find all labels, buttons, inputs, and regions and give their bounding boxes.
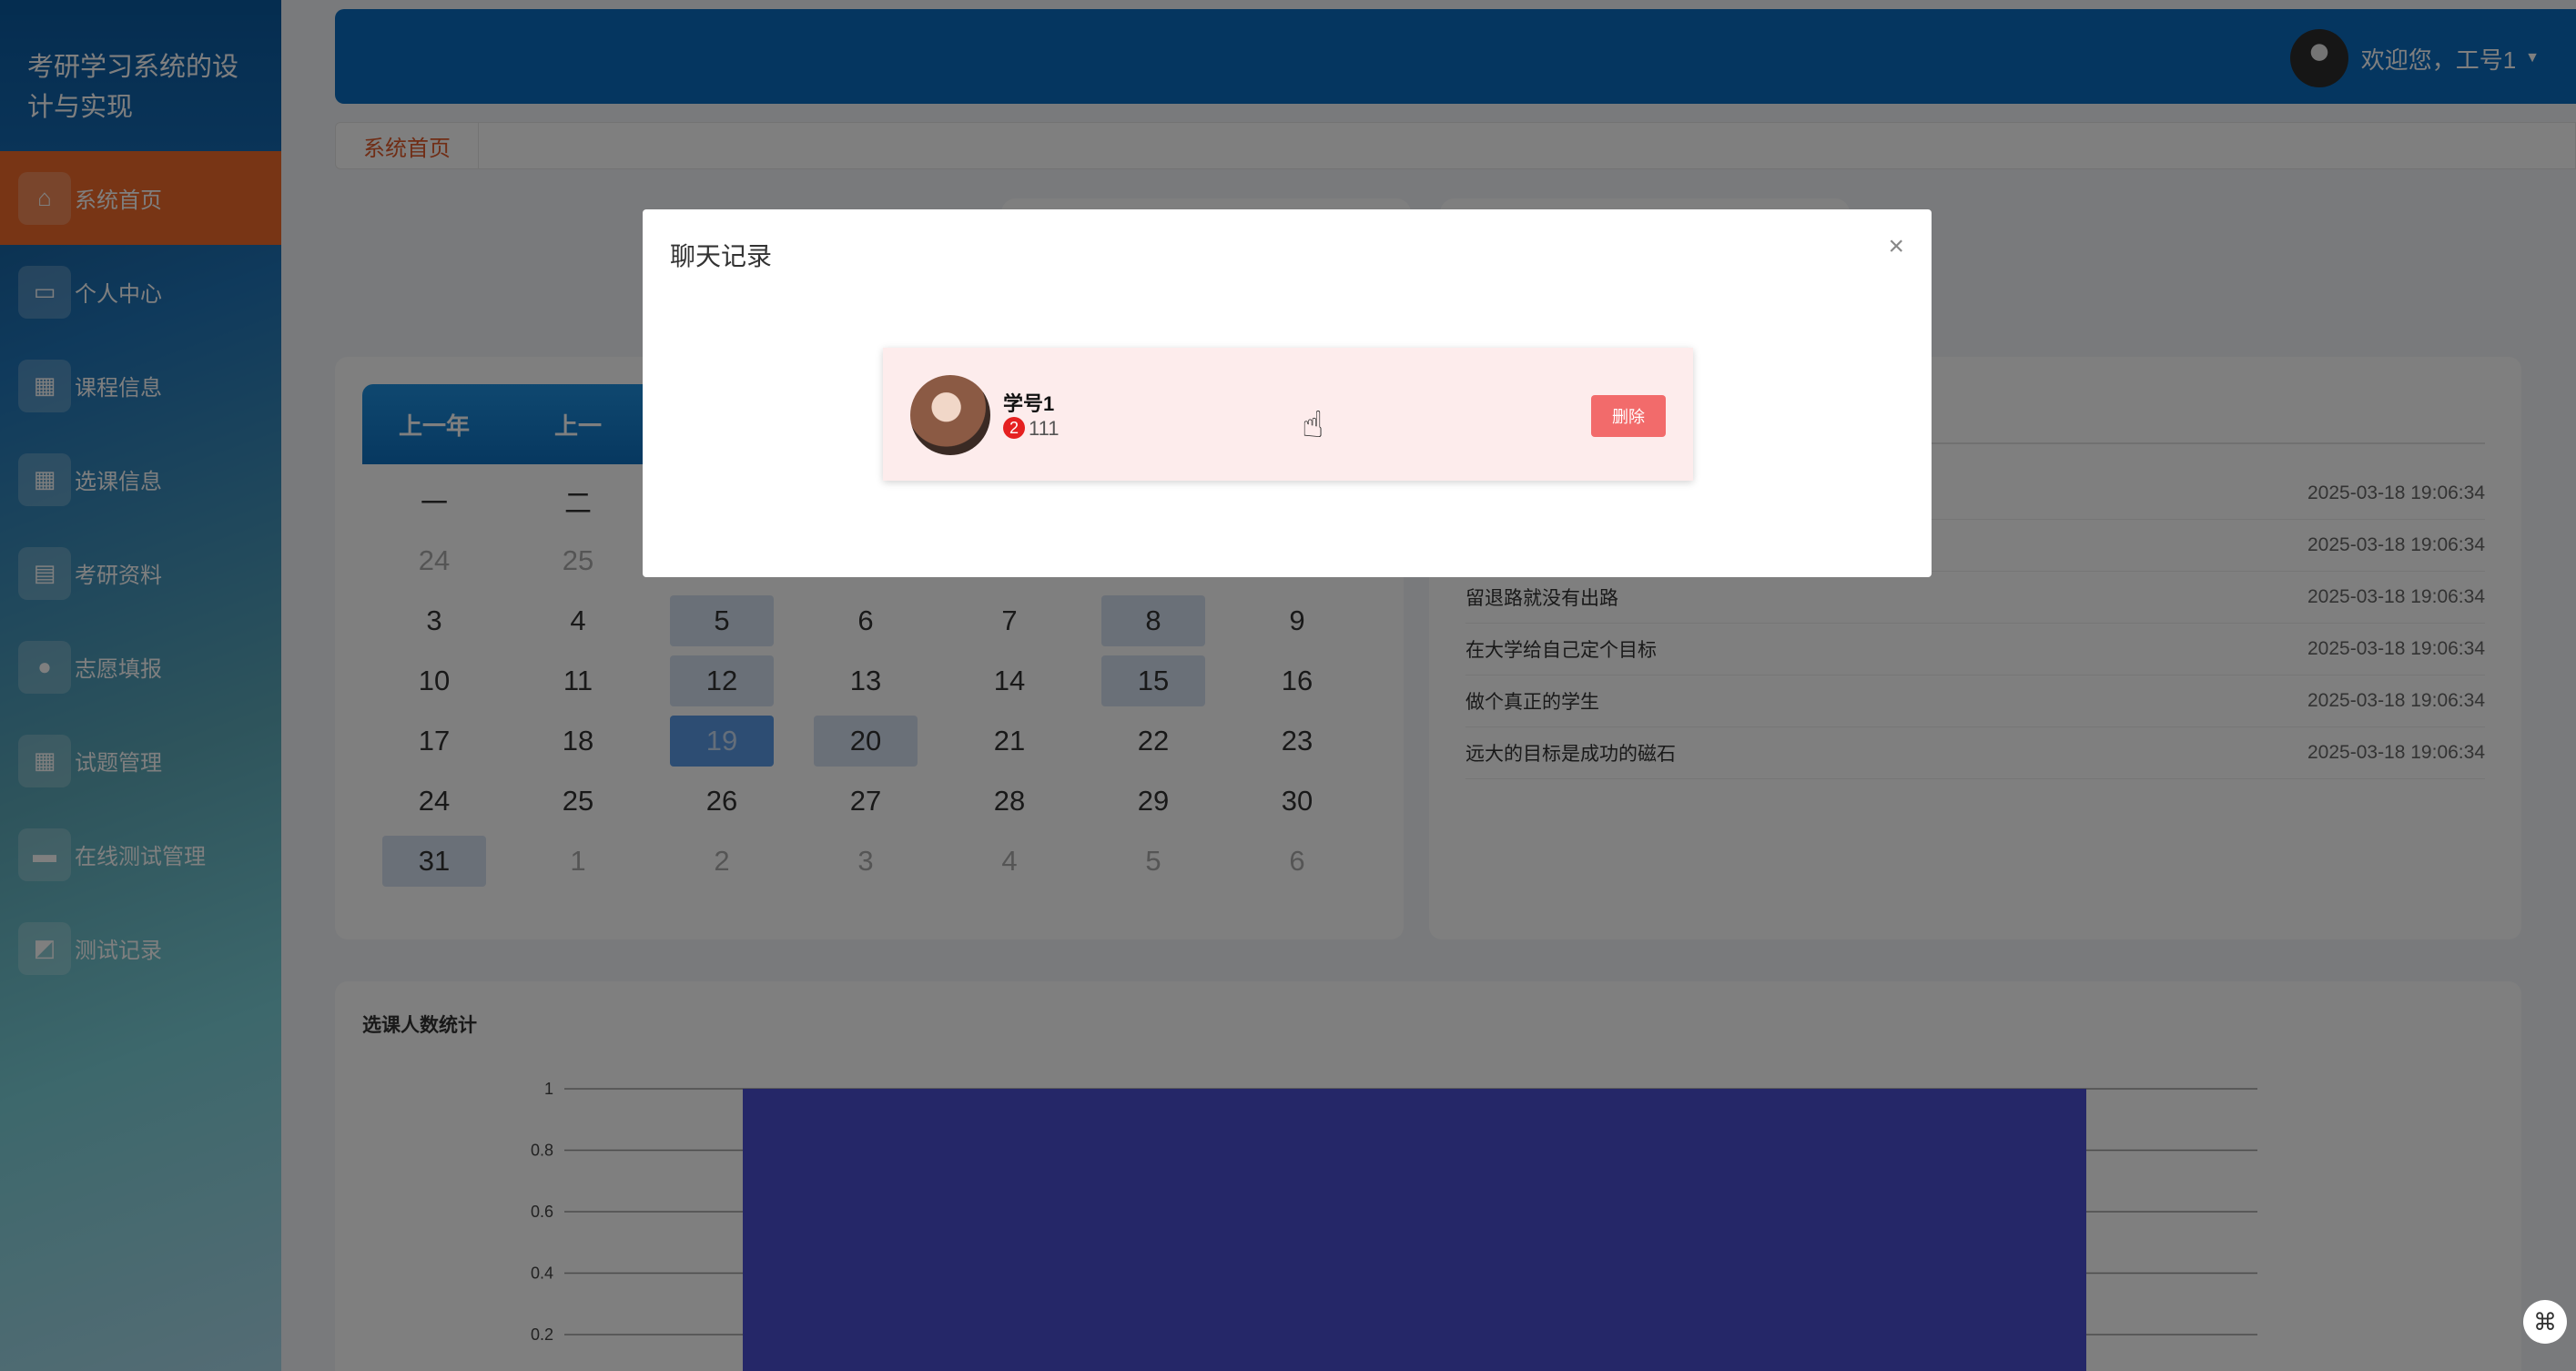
chat-user-name: 学号1 [1003,392,1055,415]
dialog-title: 聊天记录 [670,242,773,270]
avatar [910,375,990,455]
chat-item[interactable]: 学号1 2 111 删除 [883,348,1693,481]
command-icon[interactable]: ⌘ [2523,1300,2567,1344]
modal-overlay[interactable] [0,0,2576,1371]
chat-record-dialog: 聊天记录 × 学号1 2 111 删除 [643,209,1932,577]
unread-badge: 2 [1003,417,1025,439]
hand-cursor-icon: ☝ [1302,405,1324,445]
close-icon[interactable]: × [1888,231,1904,262]
delete-button[interactable]: 删除 [1591,395,1666,437]
chat-last-message: 111 [1029,417,1060,440]
